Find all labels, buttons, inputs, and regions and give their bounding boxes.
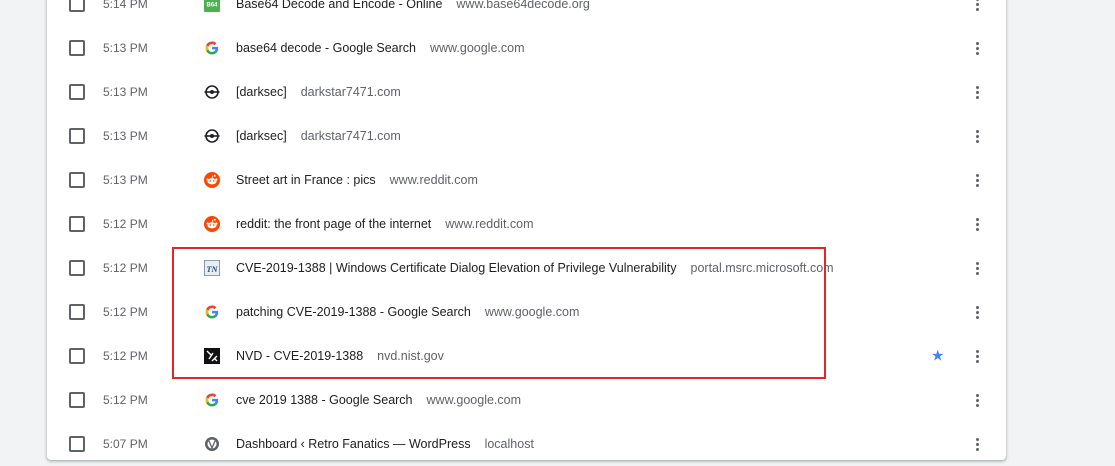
more-actions-icon[interactable] [965, 124, 989, 148]
more-actions-icon[interactable] [965, 432, 989, 456]
more-actions-icon[interactable] [965, 212, 989, 236]
row-checkbox[interactable] [69, 172, 85, 188]
row-checkbox[interactable] [69, 348, 85, 364]
more-actions-icon[interactable] [965, 168, 989, 192]
visit-time: 5:13 PM [103, 173, 148, 187]
history-row[interactable]: 5:13 PM [darksec] darkstar7471.com [47, 114, 1006, 158]
page-domain: portal.msrc.microsoft.com [690, 261, 834, 275]
page-title: Base64 Decode and Encode - Online [236, 0, 443, 11]
page-title: CVE-2019-1388 | Windows Certificate Dial… [236, 261, 677, 275]
more-actions-icon[interactable] [965, 256, 989, 280]
visit-time: 5:13 PM [103, 41, 148, 55]
page-title: base64 decode - Google Search [236, 41, 416, 55]
page-domain: localhost [484, 437, 534, 451]
page-domain: darkstar7471.com [300, 85, 401, 99]
row-checkbox[interactable] [69, 216, 85, 232]
visit-time: 5:12 PM [103, 393, 148, 407]
history-row[interactable]: 5:12 PM NVD - CVE-2019-1388 nvd.nist.gov ★ [47, 334, 1006, 378]
visit-time: 5:14 PM [103, 0, 148, 11]
history-link[interactable]: Base64 Decode and Encode - Online www.bas… [236, 0, 590, 11]
row-checkbox[interactable] [69, 436, 85, 452]
wordpress-icon [204, 436, 220, 452]
page-domain: www.google.com [426, 393, 522, 407]
visit-time: 5:12 PM [103, 349, 148, 363]
google-icon [204, 392, 220, 408]
nvd-icon [204, 348, 220, 364]
darksec-icon [204, 84, 220, 100]
history-link[interactable]: Street art in France : pics www.reddit.co… [236, 173, 478, 187]
more-actions-icon[interactable] [965, 80, 989, 104]
technet-icon: TN [204, 260, 220, 276]
row-checkbox[interactable] [69, 260, 85, 276]
history-row[interactable]: 5:13 PM [darksec] darkstar7471.com [47, 70, 1006, 114]
page-title: cve 2019 1388 - Google Search [236, 393, 413, 407]
page-title: reddit: the front page of the internet [236, 217, 432, 231]
page-domain: www.base64decode.org [456, 0, 590, 11]
row-checkbox[interactable] [69, 0, 85, 12]
darksec-icon [204, 128, 220, 144]
history-link[interactable]: [darksec] darkstar7471.com [236, 85, 401, 99]
visit-time: 5:07 PM [103, 437, 148, 451]
history-link[interactable]: Dashboard ‹ Retro Fanatics — WordPress lo… [236, 437, 534, 451]
row-checkbox[interactable] [69, 84, 85, 100]
visit-time: 5:12 PM [103, 217, 148, 231]
history-link[interactable]: NVD - CVE-2019-1388 nvd.nist.gov [236, 349, 444, 363]
history-link[interactable]: [darksec] darkstar7471.com [236, 129, 401, 143]
more-actions-icon[interactable] [965, 388, 989, 412]
page-domain: darkstar7471.com [300, 129, 401, 143]
row-checkbox[interactable] [69, 40, 85, 56]
google-icon [204, 304, 220, 320]
svg-text:TN: TN [206, 264, 218, 274]
visit-time: 5:12 PM [103, 305, 148, 319]
history-link[interactable]: reddit: the front page of the internet ww… [236, 217, 534, 231]
page-title: Dashboard ‹ Retro Fanatics — WordPress [236, 437, 471, 451]
history-row[interactable]: 5:14 PM B64 Base64 Decode and Encode - Onl… [47, 0, 1006, 26]
row-checkbox[interactable] [69, 128, 85, 144]
history-row[interactable]: 5:12 PM TN CVE-2019-1388 | Windows Certifi… [47, 246, 1006, 290]
history-row[interactable]: 5:13 PM base64 decode - Google Search www.… [47, 26, 1006, 70]
b64-icon: B64 [204, 0, 220, 12]
page-domain: www.reddit.com [389, 173, 478, 187]
visit-time: 5:13 PM [103, 85, 148, 99]
page-domain: nvd.nist.gov [377, 349, 444, 363]
visit-time: 5:12 PM [103, 261, 148, 275]
svg-text:B64: B64 [206, 3, 218, 9]
reddit-icon [204, 216, 220, 232]
more-actions-icon[interactable] [965, 0, 989, 16]
page-title: [darksec] [236, 129, 287, 143]
page-title: [darksec] [236, 85, 287, 99]
google-icon [204, 40, 220, 56]
row-checkbox[interactable] [69, 304, 85, 320]
page-domain: www.google.com [430, 41, 525, 55]
history-row[interactable]: 5:13 PM Street art in France : pics www.re… [47, 158, 1006, 202]
page-title: patching CVE-2019-1388 - Google Search [236, 305, 471, 319]
bookmark-star-icon[interactable]: ★ [931, 349, 944, 364]
page-domain: www.google.com [484, 305, 580, 319]
reddit-icon [204, 172, 220, 188]
more-actions-icon[interactable] [965, 36, 989, 60]
history-link[interactable]: base64 decode - Google Search www.google.… [236, 41, 525, 55]
row-checkbox[interactable] [69, 392, 85, 408]
history-link[interactable]: patching CVE-2019-1388 - Google Search ww… [236, 305, 579, 319]
page-domain: www.reddit.com [445, 217, 534, 231]
more-actions-icon[interactable] [965, 344, 989, 368]
history-row[interactable]: 5:12 PM patching CVE-2019-1388 - Google S… [47, 290, 1006, 334]
page-title: NVD - CVE-2019-1388 [236, 349, 364, 363]
visit-time: 5:13 PM [103, 129, 148, 143]
history-row[interactable]: 5:12 PM cve 2019 1388 - Google Search www.… [47, 378, 1006, 422]
more-actions-icon[interactable] [965, 300, 989, 324]
history-link[interactable]: CVE-2019-1388 | Windows Certificate Dial… [236, 261, 834, 275]
history-row[interactable]: 5:07 PM Dashboard ‹ Retro Fanatics — Word… [47, 422, 1006, 466]
history-link[interactable]: cve 2019 1388 - Google Search www.google.… [236, 393, 521, 407]
history-row[interactable]: 5:12 PM reddit: the front page of the int… [47, 202, 1006, 246]
page-title: Street art in France : pics [236, 173, 376, 187]
